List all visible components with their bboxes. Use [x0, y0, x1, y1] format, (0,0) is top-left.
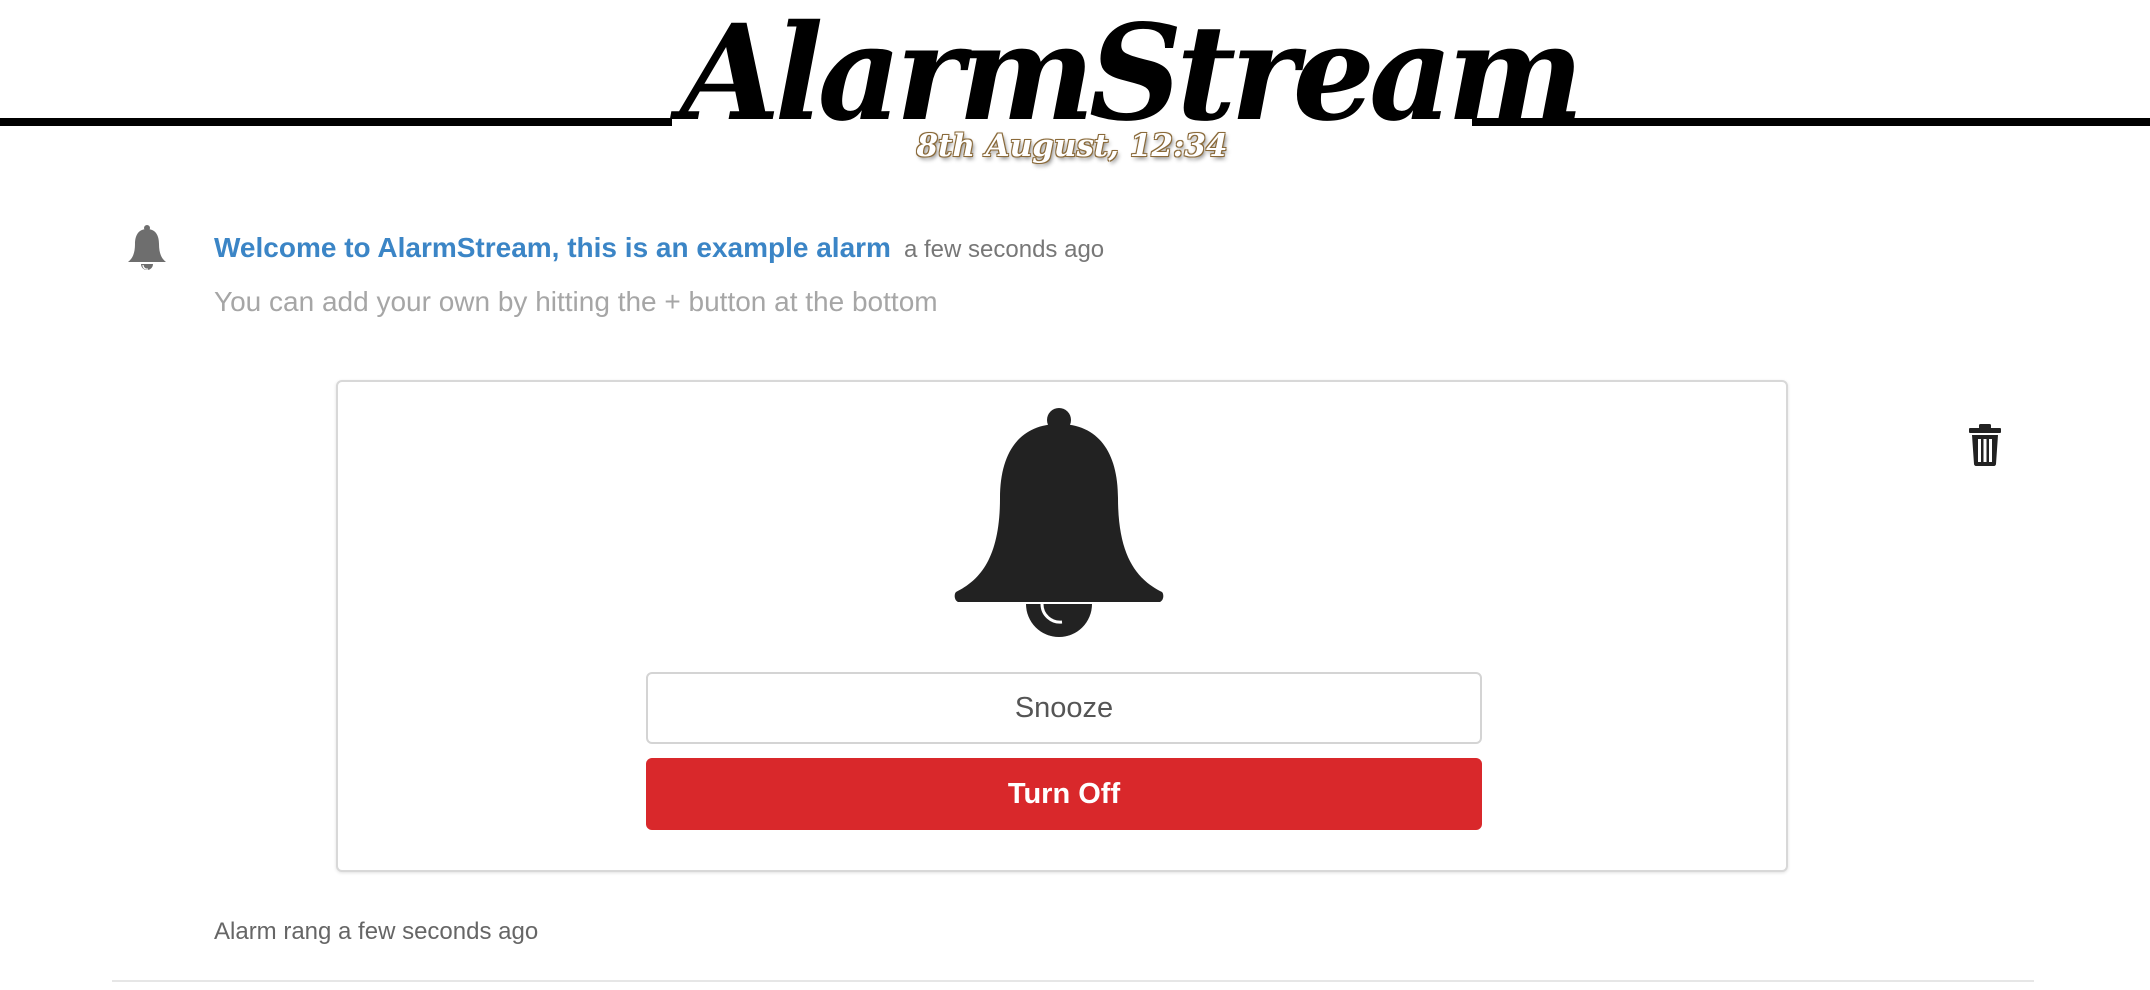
bell-icon: [128, 225, 166, 270]
page: AlarmStream 8th August, 12:34 Welcome to…: [0, 0, 2150, 990]
alarm-ringing-card: Snooze Turn Off: [336, 380, 1788, 872]
logo-container: AlarmStream: [672, 0, 1584, 151]
snooze-button[interactable]: Snooze: [646, 672, 1482, 744]
alarm-rang-status: Alarm rang a few seconds ago: [214, 918, 539, 945]
ringing-bell-icon: [954, 408, 1164, 637]
trash-icon[interactable]: [1968, 424, 2002, 466]
turn-off-button[interactable]: Turn Off: [646, 758, 1482, 830]
alarm-time-ago: a few seconds ago: [904, 236, 1105, 263]
current-date-time: 8th August, 12:34: [916, 128, 1228, 164]
item-divider: [112, 980, 2034, 982]
alarm-title[interactable]: Welcome to AlarmStream, this is an examp…: [214, 230, 891, 266]
alarm-description: You can add your own by hitting the + bu…: [214, 286, 938, 317]
